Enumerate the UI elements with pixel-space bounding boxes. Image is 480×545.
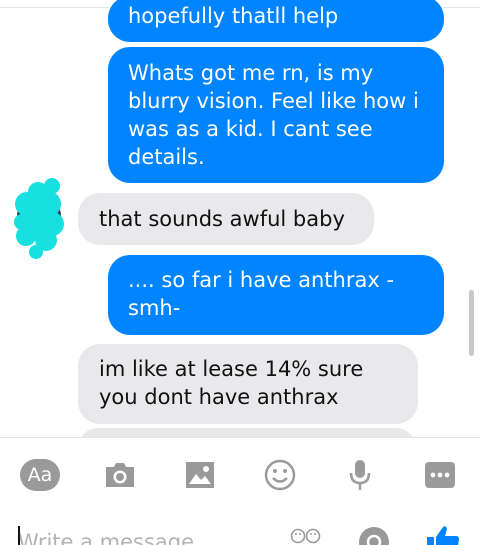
text-size-button[interactable]: Aa [20,455,60,495]
microphone-icon [349,460,371,490]
image-icon [186,462,214,488]
sticker-icon[interactable] [290,528,322,544]
contact-avatar[interactable] [12,172,70,260]
message-outgoing-3[interactable]: .... so far i have anthrax - smh- [108,255,444,335]
thumbs-up-icon[interactable] [426,524,460,545]
text-size-label: Aa [27,464,53,486]
camera-button[interactable] [100,455,140,495]
emoji-button[interactable] [260,455,300,495]
more-icon [425,462,455,488]
message-text: im like at lease 14% sure you dont have … [99,357,364,409]
message-outgoing-2[interactable]: Whats got me rn, is my blurry vision. Fe… [108,47,444,183]
message-text: .... so far i have anthrax - smh- [128,268,395,320]
emoji-icon [264,459,296,491]
message-text: that sounds awful baby [99,207,345,231]
message-composer [0,512,480,545]
message-text: hopefully thatll help [128,4,339,28]
more-button[interactable] [420,455,460,495]
location-icon[interactable] [358,526,390,545]
text-size-icon: Aa [20,459,60,491]
scrollbar[interactable] [469,290,474,356]
voice-button[interactable] [340,455,380,495]
message-incoming-1[interactable]: that sounds awful baby [78,193,374,245]
message-text: Whats got me rn, is my blurry vision. Fe… [128,61,419,169]
message-outgoing-1[interactable]: hopefully thatll help [108,0,444,42]
message-input[interactable] [18,526,268,545]
gallery-button[interactable] [180,455,220,495]
camera-icon [106,463,134,487]
composer-toolbar: Aa [0,437,480,513]
message-incoming-2[interactable]: im like at lease 14% sure you dont have … [78,344,418,424]
text-caret [18,526,20,545]
